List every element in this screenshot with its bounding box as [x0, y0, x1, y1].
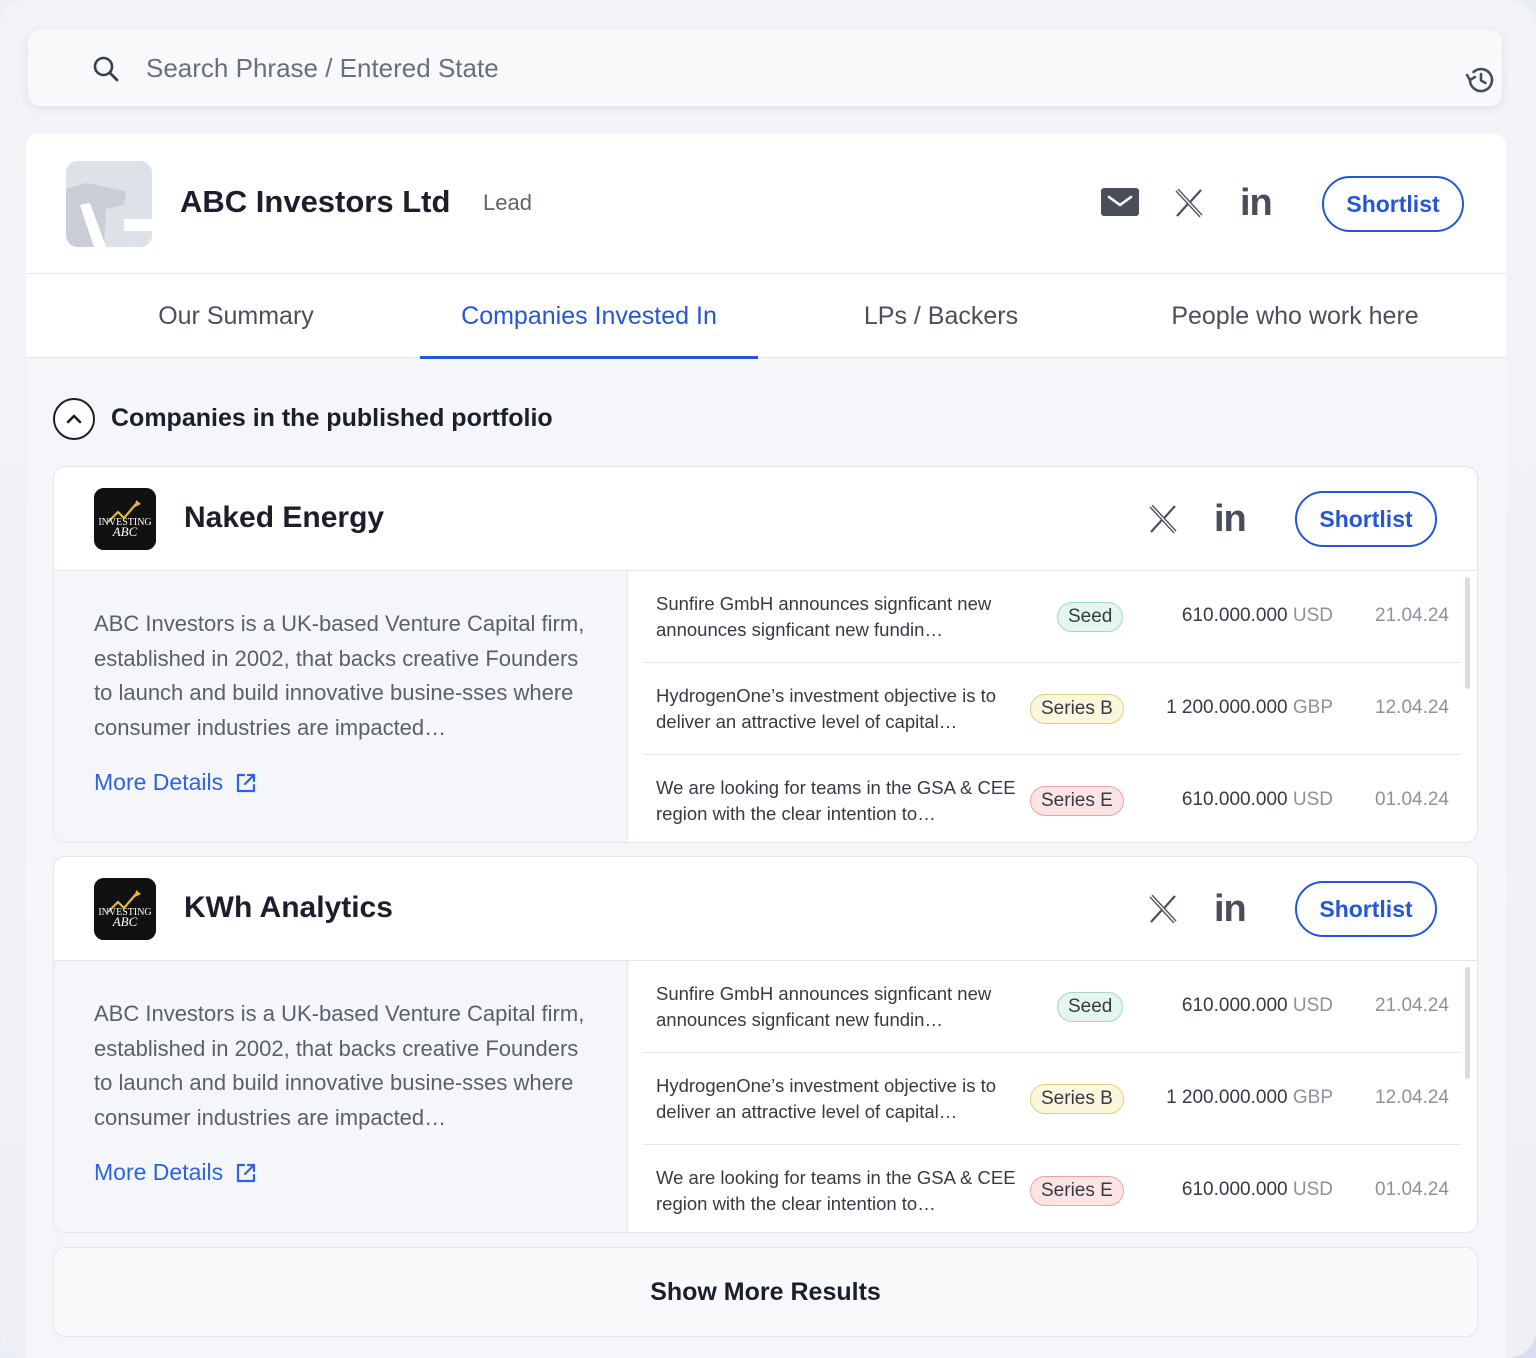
tab-lps-backers[interactable]: LPs / Backers — [772, 274, 1110, 358]
company-card-header: INVESTING ABC Naked Energy in Shortlist — [54, 467, 1477, 571]
investor-role-tag: Lead — [483, 190, 532, 215]
external-link-icon — [237, 773, 256, 792]
shortlist-button[interactable]: Shortlist — [1295, 491, 1437, 547]
deal-date: 12.04.24 — [1375, 1087, 1449, 1108]
deal-date: 12.04.24 — [1375, 697, 1449, 718]
search-input[interactable] — [146, 48, 1346, 88]
stage-badge: Series B — [1030, 694, 1124, 724]
deal-date: 21.04.24 — [1375, 605, 1449, 626]
more-details-label: More Details — [94, 1159, 224, 1185]
linkedin-icon[interactable]: in — [1214, 890, 1247, 928]
amount-value: 610.000.000 — [1181, 605, 1288, 626]
shortlist-button[interactable]: Shortlist — [1322, 176, 1464, 232]
stage-badge: Series B — [1030, 1084, 1124, 1114]
deal-row[interactable]: HydrogenOne’s investment objective is to… — [643, 663, 1461, 755]
mail-icon[interactable] — [1100, 186, 1140, 218]
deal-row[interactable]: Sunfire GmbH announces signficant new an… — [643, 961, 1461, 1053]
stage-badge: Series E — [1030, 1176, 1124, 1206]
stage-badge: Series E — [1030, 786, 1124, 816]
investor-logo — [66, 161, 152, 247]
linkedin-icon[interactable]: in — [1240, 184, 1273, 222]
amount-currency: USD — [1292, 605, 1333, 626]
amount-value: 610.000.000 — [1181, 1179, 1288, 1200]
deal-row[interactable]: We are looking for teams in the GSA & CE… — [643, 1145, 1461, 1232]
deal-date: 01.04.24 — [1375, 789, 1449, 810]
amount-value: 610.000.000 — [1181, 789, 1288, 810]
company-logo: INVESTING ABC — [94, 878, 156, 940]
search-bar — [28, 30, 1502, 106]
show-more-results-button[interactable]: Show More Results — [53, 1247, 1478, 1337]
tab-our-summary[interactable]: Our Summary — [66, 274, 406, 358]
amount-currency: GBP — [1292, 697, 1333, 718]
company-name: KWh Analytics — [184, 891, 393, 924]
company-description: ABC Investors is a UK-based Venture Capi… — [94, 1001, 585, 1130]
investor-name: ABC Investors Ltd — [180, 184, 451, 219]
deal-row[interactable]: We are looking for teams in the GSA & CE… — [643, 755, 1461, 842]
investor-panel: ABC Investors Ltd Lead in Shortlist Our … — [26, 134, 1506, 1358]
x-twitter-icon[interactable] — [1148, 894, 1178, 924]
deal-amount: 610.000.000 USD — [1182, 605, 1333, 627]
amount-currency: USD — [1292, 995, 1333, 1016]
history-icon[interactable] — [1464, 63, 1498, 97]
deal-date: 21.04.24 — [1375, 995, 1449, 1016]
amount-value: 1 200.000.000 — [1166, 1087, 1288, 1108]
deal-list: Sunfire GmbH announces signficant new an… — [629, 571, 1477, 842]
tab-companies-invested-in[interactable]: Companies Invested In — [420, 274, 758, 359]
amount-value: 610.000.000 — [1181, 995, 1288, 1016]
company-name: Naked Energy — [184, 501, 385, 534]
stage-badge: Seed — [1057, 602, 1124, 632]
tab-bar: Our Summary Companies Invested In LPs / … — [26, 274, 1506, 359]
deal-date: 01.04.24 — [1375, 1179, 1449, 1200]
deal-description: HydrogenOne’s investment objective is to… — [656, 685, 997, 732]
deal-amount: 610.000.000 USD — [1182, 1179, 1333, 1201]
x-twitter-icon[interactable] — [1148, 504, 1178, 534]
deal-amount: 610.000.000 USD — [1182, 789, 1333, 811]
x-twitter-icon[interactable] — [1174, 188, 1204, 218]
tab-people[interactable]: People who work here — [1126, 274, 1464, 358]
linkedin-icon[interactable]: in — [1214, 500, 1247, 538]
company-logo: INVESTING ABC — [94, 488, 156, 550]
deal-row[interactable]: HydrogenOne’s investment objective is to… — [643, 1053, 1461, 1145]
company-card: INVESTING ABC Naked Energy in Shortlist … — [53, 466, 1478, 843]
search-icon[interactable] — [92, 55, 120, 83]
deal-description: We are looking for teams in the GSA & CE… — [656, 1167, 1016, 1214]
deal-description: HydrogenOne’s investment objective is to… — [656, 1075, 997, 1122]
app-frame: ABC Investors Ltd Lead in Shortlist Our … — [0, 0, 1536, 1358]
deal-description: Sunfire GmbH announces signficant new an… — [656, 593, 992, 640]
collapse-section-button[interactable] — [53, 398, 95, 440]
deal-description: Sunfire GmbH announces signficant new an… — [656, 983, 992, 1030]
more-details-label: More Details — [94, 769, 224, 795]
company-summary: ABC Investors is a UK-based Venture Capi… — [54, 961, 628, 1232]
stage-badge: Seed — [1057, 992, 1124, 1022]
company-card-header: INVESTING ABC KWh Analytics in Shortlist — [54, 857, 1477, 961]
company-card: INVESTING ABC KWh Analytics in Shortlist… — [53, 856, 1478, 1233]
external-link-icon — [237, 1163, 256, 1182]
investor-header: ABC Investors Ltd Lead in Shortlist — [26, 134, 1506, 274]
shortlist-button[interactable]: Shortlist — [1295, 881, 1437, 937]
deal-amount: 1 200.000.000 GBP — [1166, 697, 1333, 719]
svg-text:ABC: ABC — [112, 914, 138, 929]
more-details-link[interactable]: More Details — [94, 769, 257, 796]
deal-amount: 1 200.000.000 GBP — [1166, 1087, 1333, 1109]
chevron-up-icon — [66, 414, 82, 424]
company-description: ABC Investors is a UK-based Venture Capi… — [94, 611, 585, 740]
amount-currency: USD — [1292, 789, 1333, 810]
amount-currency: USD — [1292, 1179, 1333, 1200]
deal-description: We are looking for teams in the GSA & CE… — [656, 777, 1016, 824]
deal-row[interactable]: Sunfire GmbH announces signficant new an… — [643, 571, 1461, 663]
more-details-link[interactable]: More Details — [94, 1159, 257, 1186]
scrollbar[interactable] — [1465, 577, 1470, 689]
svg-text:ABC: ABC — [112, 524, 138, 539]
scrollbar[interactable] — [1465, 967, 1470, 1079]
company-summary: ABC Investors is a UK-based Venture Capi… — [54, 571, 628, 842]
amount-currency: GBP — [1292, 1087, 1333, 1108]
amount-value: 1 200.000.000 — [1166, 697, 1288, 718]
section-title: Companies in the published portfolio — [111, 404, 553, 432]
deal-list: Sunfire GmbH announces signficant new an… — [629, 961, 1477, 1232]
deal-amount: 610.000.000 USD — [1182, 995, 1333, 1017]
